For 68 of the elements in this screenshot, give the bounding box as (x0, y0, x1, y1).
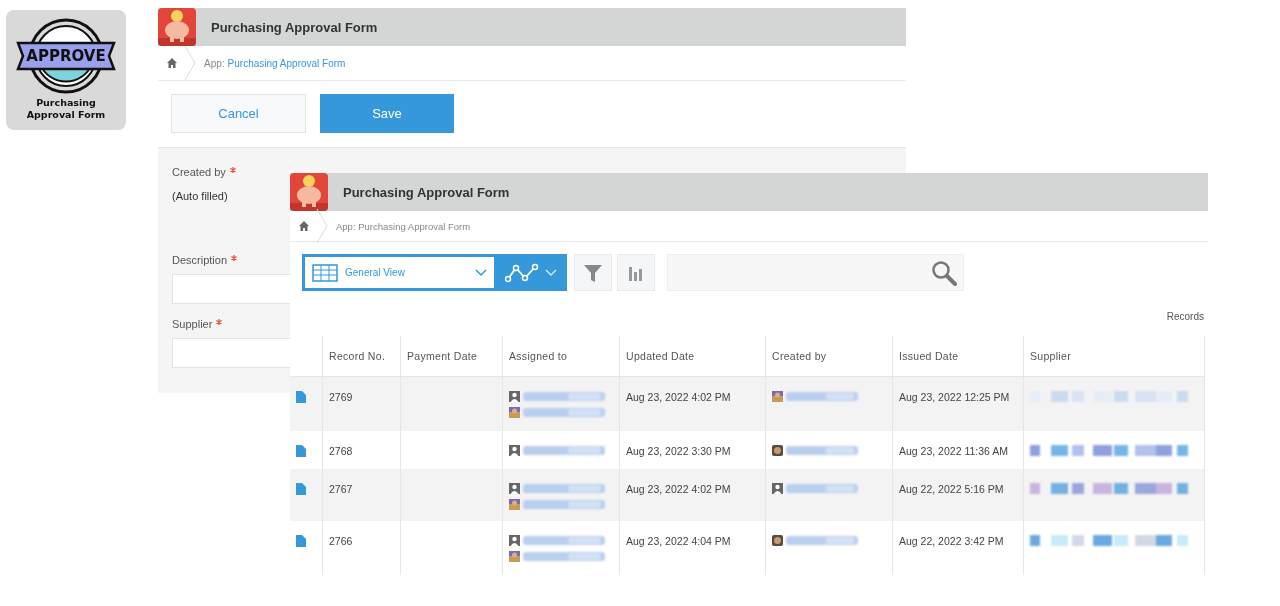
column-header[interactable]: Record No. (329, 350, 386, 362)
user-icon (509, 535, 520, 546)
search-icon (931, 259, 957, 286)
column-header[interactable]: Created by (772, 350, 827, 362)
seal-icon (16, 16, 116, 96)
document-icon (296, 483, 306, 495)
field-value: (Auto filled) (172, 190, 228, 202)
home-icon (298, 220, 310, 232)
document-icon (296, 445, 306, 457)
user-avatar (772, 445, 783, 456)
app-tile[interactable]: APPROVE Purchasing Approval Form (6, 10, 126, 130)
breadcrumb-prefix: App: (204, 57, 225, 69)
asterisk-icon (216, 319, 223, 325)
field-label: Description (172, 254, 228, 266)
field-label: Created by (172, 166, 226, 178)
user-avatar (509, 499, 520, 510)
user-icon (509, 483, 520, 494)
input-field[interactable] (172, 274, 292, 304)
table-cell: Aug 22, 2022 3:42 PM (899, 535, 1004, 547)
document-icon (296, 535, 306, 547)
table-cell: Aug 23, 2022 3:30 PM (626, 445, 731, 457)
table-cell: Aug 22, 2022 5:16 PM (899, 483, 1004, 495)
column-header[interactable]: Payment Date (407, 350, 478, 362)
user-avatar (509, 407, 520, 418)
funnel-icon (583, 262, 603, 283)
chart-button[interactable] (617, 254, 655, 291)
window-title: Purchasing Approval Form (343, 184, 510, 200)
piggy-bank-icon (158, 8, 196, 46)
table-cell: Aug 23, 2022 4:02 PM (626, 391, 731, 403)
record-number[interactable]: 2766 (329, 535, 353, 547)
bar-chart-icon (629, 264, 643, 281)
asterisk-icon (229, 167, 236, 173)
asterisk-icon (231, 255, 238, 261)
record-number[interactable]: 2768 (329, 445, 353, 457)
user-icon (509, 445, 520, 456)
column-header[interactable]: Assigned to (509, 350, 568, 362)
view-name: General View (345, 267, 406, 278)
table-cell: Aug 23, 2022 4:02 PM (626, 483, 731, 495)
badge-label: APPROVE (25, 46, 107, 67)
graph-button[interactable] (497, 254, 567, 291)
piggy-bank-icon (290, 173, 328, 211)
input-field[interactable] (172, 338, 292, 368)
document-icon (296, 391, 306, 403)
column-header[interactable]: Supplier (1030, 350, 1071, 362)
chevron-down-icon (475, 268, 487, 277)
column-header[interactable]: Issued Date (899, 350, 959, 362)
record-number[interactable]: 2767 (329, 483, 353, 495)
table-cell: Aug 23, 2022 11:36 AM (899, 445, 1008, 457)
table-cell: Aug 23, 2022 4:04 PM (626, 535, 731, 547)
table-cell: Aug 23, 2022 12:25 PM (899, 391, 1010, 403)
user-avatar (772, 535, 783, 546)
record-number[interactable]: 2769 (329, 391, 353, 403)
filter-button[interactable] (574, 254, 612, 291)
field-label: Supplier (172, 318, 213, 330)
window-title: Purchasing Approval Form (211, 19, 378, 35)
user-avatar (509, 551, 520, 562)
breadcrumb: App: Purchasing Approval Form (336, 220, 471, 232)
app-name: Purchasing Approval Form (25, 97, 107, 121)
search-field[interactable] (667, 254, 964, 291)
home-icon (166, 57, 178, 69)
user-icon (772, 483, 783, 494)
table-icon (312, 263, 338, 282)
user-avatar (772, 391, 783, 402)
line-graph-icon (505, 262, 539, 283)
chevron-down-icon (545, 268, 557, 277)
user-icon (509, 391, 520, 402)
column-header[interactable]: Updated Date (626, 350, 695, 362)
records-label: Records (1166, 311, 1204, 324)
